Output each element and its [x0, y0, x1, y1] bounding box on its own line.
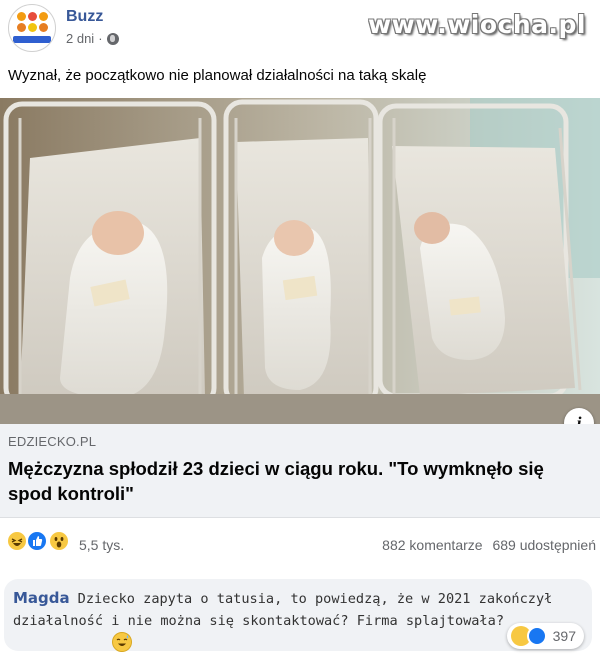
post-author[interactable]: Buzz	[66, 8, 103, 26]
reactions-bar: 5,5 tys. 882 komentarze 689 udostępnień	[0, 530, 600, 562]
post-meta: 2 dni ·	[66, 31, 119, 46]
comment-text-block: Magda Dziecko zapyta o tatusia, to powied…	[13, 587, 583, 632]
post-stats: 882 komentarze 689 udostępnień	[376, 537, 596, 553]
comment: Magda Dziecko zapyta o tatusia, to powied…	[0, 575, 600, 657]
reaction-count[interactable]: 5,5 tys.	[79, 537, 124, 553]
link-preview[interactable]: EDZIECKO.PL Mężczyzna spłodził 23 dzieci…	[0, 424, 600, 518]
meta-separator: ·	[98, 31, 103, 46]
link-domain: EDZIECKO.PL	[8, 434, 97, 449]
wow-reaction-icon[interactable]	[48, 530, 70, 552]
comment-reaction-count: 397	[552, 628, 576, 644]
haha-reaction-icon[interactable]	[6, 530, 28, 552]
share-count[interactable]: 689 udostępnień	[492, 537, 596, 553]
globe-icon	[106, 32, 119, 45]
like-reaction-icon	[526, 626, 547, 646]
link-headline[interactable]: Mężczyzna spłodził 23 dzieci w ciągu rok…	[8, 456, 590, 506]
comment-bubble: Magda Dziecko zapyta o tatusia, to powied…	[4, 579, 592, 652]
post-time[interactable]: 2 dni	[66, 31, 94, 46]
like-reaction-icon[interactable]	[26, 530, 48, 552]
post-header: Buzz 2 dni · www.wiocha.pl	[0, 0, 600, 60]
watermark: www.wiocha.pl	[368, 10, 586, 39]
comment-author[interactable]: Magda	[13, 589, 70, 607]
newborns-in-cribs-image	[0, 98, 600, 424]
sweat-smile-emoji-icon	[112, 632, 132, 652]
post-caption: Wyznał, że początkowo nie planował dział…	[8, 67, 427, 84]
comment-reactions[interactable]: 397	[506, 623, 584, 649]
post-photo[interactable]	[0, 98, 600, 424]
comment-text: Dziecko zapyta o tatusia, to powiedzą, ż…	[13, 591, 553, 629]
comment-count[interactable]: 882 komentarze	[382, 537, 482, 553]
page-avatar[interactable]	[8, 4, 56, 52]
